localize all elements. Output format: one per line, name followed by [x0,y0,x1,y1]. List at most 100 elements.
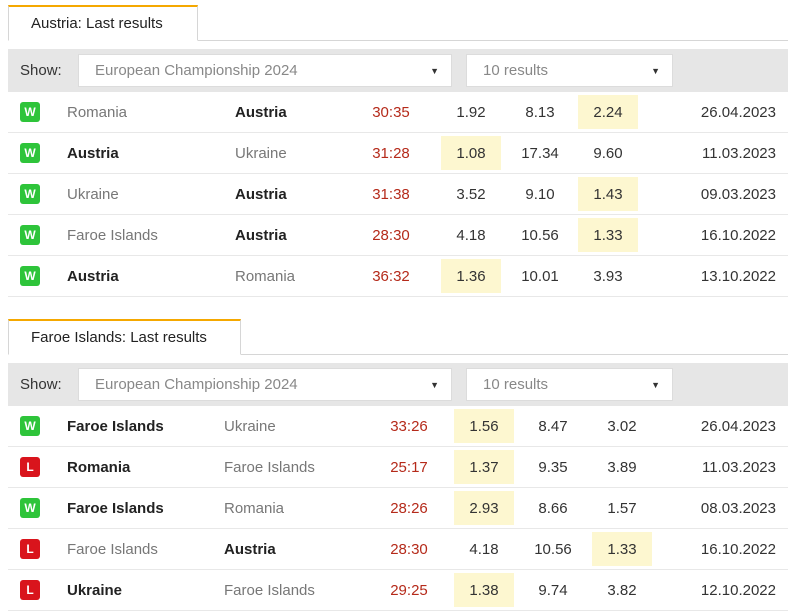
home-team: Faroe Islands [67,499,164,517]
away-team: Faroe Islands [224,458,315,476]
filter-bar: Show: European Championship 2024 ▼ 10 re… [8,363,788,406]
home-team: Romania [67,103,128,121]
table-row[interactable]: W Romania Austria 30:35 1.92 8.13 2.24 26.04.20… [8,92,788,133]
odds-away[interactable]: 3.89 [592,450,652,484]
odds-home[interactable]: 4.18 [441,218,501,252]
competition-select[interactable]: European Championship 2024 ▼ [78,368,452,401]
odds-away[interactable]: 2.24 [578,95,638,129]
competition-select-value: European Championship 2024 [95,62,298,79]
away-team: Ukraine [224,417,276,435]
match-score: 28:30 [372,226,410,244]
odds-home[interactable]: 1.36 [441,259,501,293]
chevron-down-icon: ▼ [430,379,439,390]
table-row[interactable]: L Romania Faroe Islands 25:17 1.37 9.35 3.89 11… [8,447,788,488]
odds-away[interactable]: 1.43 [578,177,638,211]
odds-home[interactable]: 1.92 [441,95,501,129]
odds-home[interactable]: 3.52 [441,177,501,211]
away-team: Faroe Islands [224,581,315,599]
table-row[interactable]: W Austria Romania 36:32 1.36 10.01 3.93 13.10.2… [8,256,788,297]
results-count-value: 10 results [483,62,549,79]
match-date: 26.04.2023 [700,417,776,435]
match-date: 11.03.2023 [702,458,776,476]
home-team: Ukraine [67,581,123,599]
odds-home[interactable]: 1.37 [454,450,514,484]
odds-draw[interactable]: 17.34 [510,136,570,170]
table-row[interactable]: L Ukraine Faroe Islands 29:25 1.38 9.74 3.82 12… [8,570,788,611]
home-team: Austria [67,267,119,285]
match-score: 36:32 [372,267,410,285]
tab-austria-last-results[interactable]: Austria: Last results [8,5,198,41]
home-team: Faroe Islands [67,540,158,558]
filter-bar: Show: European Championship 2024 ▼ 10 re… [8,49,788,92]
match-date: 08.03.2023 [700,499,776,517]
odds-away[interactable]: 1.33 [592,532,652,566]
results-count-select[interactable]: 10 results ▼ [466,368,673,401]
match-score: 33:26 [390,417,428,435]
results-list: W Romania Austria 30:35 1.92 8.13 2.24 26.04.20… [8,92,788,297]
odds-draw[interactable]: 9.10 [510,177,570,211]
odds-home[interactable]: 1.08 [441,136,501,170]
match-score: 28:30 [390,540,428,558]
odds-draw[interactable]: 10.56 [510,218,570,252]
competition-select[interactable]: European Championship 2024 ▼ [78,54,452,87]
match-date: 16.10.2022 [700,226,776,244]
result-badge: W [20,102,40,122]
result-badge: L [20,580,40,600]
result-badge: L [20,539,40,559]
odds-home[interactable]: 1.38 [454,573,514,607]
odds-draw[interactable]: 8.47 [523,409,583,443]
match-score: 30:35 [372,103,410,121]
home-team: Faroe Islands [67,417,164,435]
odds-draw[interactable]: 9.74 [523,573,583,607]
table-row[interactable]: W Faroe Islands Ukraine 33:26 1.56 8.47 3.02 26… [8,406,788,447]
match-score: 31:38 [372,185,410,203]
away-team: Ukraine [235,144,287,162]
result-badge: W [20,498,40,518]
away-team: Romania [224,499,285,517]
odds-draw[interactable]: 10.01 [510,259,570,293]
odds-draw[interactable]: 8.13 [510,95,570,129]
tab-strip: Austria: Last results [8,2,788,41]
table-row[interactable]: W Austria Ukraine 31:28 1.08 17.34 9.60 11.03.2… [8,133,788,174]
odds-away[interactable]: 3.93 [578,259,638,293]
results-list: W Faroe Islands Ukraine 33:26 1.56 8.47 3.02 26… [8,406,788,611]
odds-home[interactable]: 2.93 [454,491,514,525]
match-date: 09.03.2023 [700,185,776,203]
odds-away[interactable]: 9.60 [578,136,638,170]
odds-draw[interactable]: 8.66 [523,491,583,525]
table-row[interactable]: W Ukraine Austria 31:38 3.52 9.10 1.43 09.03.20… [8,174,788,215]
odds-draw[interactable]: 10.56 [523,532,583,566]
chevron-down-icon: ▼ [651,65,660,76]
tab-faroe-last-results[interactable]: Faroe Islands: Last results [8,319,241,355]
match-date: 11.03.2023 [702,144,776,162]
chevron-down-icon: ▼ [651,379,660,390]
odds-away[interactable]: 3.02 [592,409,652,443]
show-label: Show: [20,376,62,393]
match-score: 25:17 [390,458,428,476]
competition-select-value: European Championship 2024 [95,376,298,393]
results-count-select[interactable]: 10 results ▼ [466,54,673,87]
result-badge: W [20,184,40,204]
austria-results-section: Austria: Last results Show: European Cha… [8,2,788,297]
away-team: Austria [235,103,287,121]
odds-away[interactable]: 3.82 [592,573,652,607]
table-row[interactable]: W Faroe Islands Austria 28:30 4.18 10.56 1.33 1… [8,215,788,256]
home-team: Faroe Islands [67,226,158,244]
odds-draw[interactable]: 9.35 [523,450,583,484]
match-date: 12.10.2022 [700,581,776,599]
odds-home[interactable]: 4.18 [454,532,514,566]
match-score: 28:26 [390,499,428,517]
match-date: 13.10.2022 [700,267,776,285]
tab-strip: Faroe Islands: Last results [8,316,788,355]
odds-away[interactable]: 1.33 [578,218,638,252]
results-count-value: 10 results [483,376,549,393]
show-label: Show: [20,62,62,79]
table-row[interactable]: W Faroe Islands Romania 28:26 2.93 8.66 1.57 08… [8,488,788,529]
result-badge: W [20,266,40,286]
odds-away[interactable]: 1.57 [592,491,652,525]
away-team: Austria [235,226,287,244]
match-date: 16.10.2022 [700,540,776,558]
odds-home[interactable]: 1.56 [454,409,514,443]
table-row[interactable]: L Faroe Islands Austria 28:30 4.18 10.56 1.33 1… [8,529,788,570]
home-team: Ukraine [67,185,119,203]
